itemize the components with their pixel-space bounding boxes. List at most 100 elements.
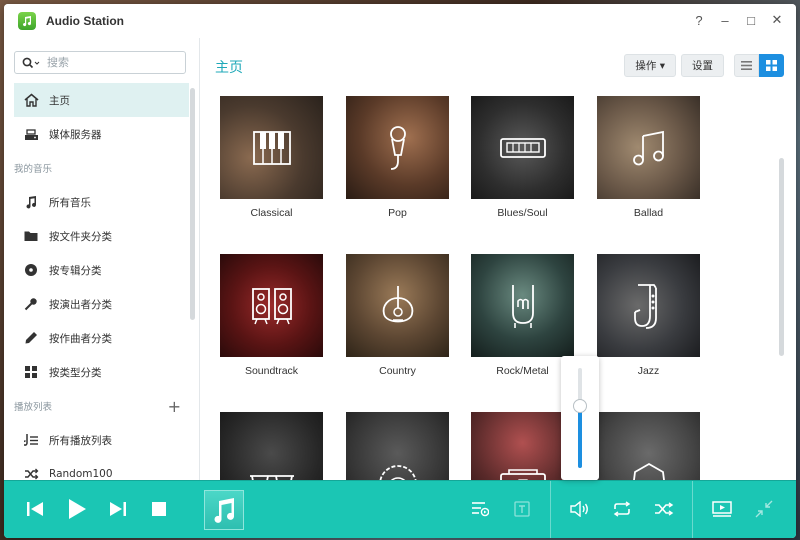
microphone-icon <box>389 125 406 170</box>
main-content: 主页 操作 ▾ 设置 Classical Pop Blues/Soul Ball… <box>200 38 796 480</box>
stop-button[interactable] <box>146 496 172 522</box>
my-music-section-header: 我的音乐 <box>14 151 189 185</box>
search-box[interactable] <box>14 51 186 74</box>
page-title: 主页 <box>215 60 243 76</box>
genre-tile-row3-2[interactable] <box>346 412 449 480</box>
genre-tile-ballad[interactable]: Ballad <box>597 96 700 219</box>
music-note-icon <box>22 193 40 211</box>
sidebar-item-all-music[interactable]: 所有音乐 <box>14 185 189 219</box>
keyboard-icon <box>499 137 546 158</box>
close-button[interactable]: ✕ <box>770 12 784 28</box>
next-button[interactable] <box>105 496 131 522</box>
sidebar-item-label: 按作曲者分类 <box>49 332 112 345</box>
help-button[interactable]: ? <box>692 12 706 28</box>
sidebar-item-by-composer[interactable]: 按作曲者分类 <box>14 321 189 355</box>
volume-button[interactable] <box>567 496 593 522</box>
genre-tile-country[interactable]: Country <box>346 254 449 377</box>
sidebar-item-label: 按类型分类 <box>49 366 102 379</box>
repeat-button[interactable] <box>609 496 635 522</box>
genre-thumbnail <box>471 412 574 480</box>
genre-tile-jazz[interactable]: Jazz <box>597 254 700 377</box>
genre-label: Blues/Soul <box>497 207 548 219</box>
play-icon <box>69 499 86 519</box>
genre-tile-pop[interactable]: Pop <box>346 96 449 219</box>
previous-icon <box>27 502 43 516</box>
shuffle-icon <box>655 502 674 516</box>
genre-tile-blues-soul[interactable]: Blues/Soul <box>471 96 574 219</box>
minimize-button[interactable]: – <box>718 12 732 28</box>
genre-label: Country <box>379 365 416 377</box>
sidebar-item-label: 所有音乐 <box>49 196 91 209</box>
search-icon[interactable] <box>15 57 47 69</box>
genre-thumbnail <box>346 254 449 357</box>
next-icon <box>110 502 126 516</box>
volume-slider[interactable] <box>573 368 587 468</box>
stop-icon <box>152 502 166 516</box>
genre-tile-soundtrack[interactable]: Soundtrack <box>220 254 323 377</box>
album-art[interactable] <box>204 490 244 530</box>
genre-tile-rock-metal[interactable]: Rock/Metal <box>471 254 574 377</box>
sidebar-item-label: 按专辑分类 <box>49 264 102 277</box>
genre-thumbnail <box>346 412 449 480</box>
genre-tile-row3-4[interactable] <box>597 412 700 480</box>
sidebar-item-by-album[interactable]: 按专辑分类 <box>14 253 189 287</box>
sidebar-item-label: 主页 <box>49 94 70 107</box>
list-view-button[interactable] <box>734 54 759 77</box>
actions-dropdown-button[interactable]: 操作 ▾ <box>624 54 676 77</box>
player-bar <box>4 480 796 538</box>
sidebar: 主页 媒体服务器 我的音乐 所有音乐 按文件夹 <box>4 38 200 480</box>
rock-hand-icon <box>511 284 534 328</box>
sidebar-item-by-artist[interactable]: 按演出者分类 <box>14 287 189 321</box>
mini-player-button[interactable] <box>709 496 735 522</box>
disc-icon <box>22 261 40 279</box>
shuffle-button[interactable] <box>651 496 677 522</box>
sidebar-scrollbar[interactable] <box>190 88 195 320</box>
genre-thumbnail <box>220 96 323 199</box>
genre-thumbnail <box>597 96 700 199</box>
genre-tile-row3-1[interactable] <box>220 412 323 480</box>
collapse-button[interactable] <box>751 496 777 522</box>
genre-tile-classical[interactable]: Classical <box>220 96 323 219</box>
sidebar-item-home[interactable]: 主页 <box>14 83 189 117</box>
genre-thumbnail <box>346 96 449 199</box>
volume-slider-fill <box>578 406 582 468</box>
search-input[interactable] <box>47 52 177 73</box>
genre-label: Jazz <box>637 365 660 377</box>
sidebar-item-label: 按演出者分类 <box>49 298 112 311</box>
queue-button[interactable] <box>467 496 493 522</box>
volume-slider-knob[interactable] <box>573 399 587 413</box>
player-divider <box>550 481 551 538</box>
playlist-icon <box>22 431 40 449</box>
sidebar-item-all-playlists[interactable]: 所有播放列表 <box>14 423 189 457</box>
genre-tile-row3-3[interactable] <box>471 412 574 480</box>
sidebar-item-media-server[interactable]: 媒体服务器 <box>14 117 189 151</box>
sidebar-item-by-folder[interactable]: 按文件夹分类 <box>14 219 189 253</box>
settings-button[interactable]: 设置 <box>681 54 724 77</box>
sidebar-item-by-genre[interactable]: 按类型分类 <box>14 355 189 389</box>
lyrics-icon <box>514 501 530 517</box>
maximize-button[interactable]: □ <box>744 12 758 28</box>
microphone-icon <box>22 295 40 313</box>
media-server-icon <box>22 125 40 143</box>
queue-icon <box>472 502 489 517</box>
genre-label: Pop <box>388 207 407 219</box>
grid-view-button[interactable] <box>759 54 784 77</box>
collapse-icon <box>755 500 773 518</box>
genre-label: Soundtrack <box>244 365 299 377</box>
playlist-section-header: 播放列表 + <box>14 389 189 423</box>
sunglasses-icon <box>249 474 294 480</box>
mini-player-icon <box>712 501 732 517</box>
add-playlist-button[interactable]: + <box>168 397 189 416</box>
play-button[interactable] <box>64 496 90 522</box>
title-bar: Audio Station ? – □ ✕ <box>4 4 796 38</box>
genre-label: Classical <box>250 207 293 219</box>
genre-thumbnail <box>471 96 574 199</box>
main-scrollbar[interactable] <box>779 158 784 356</box>
sidebar-nav: 主页 媒体服务器 我的音乐 所有音乐 按文件夹分类 按专辑分类 按演出者分类 按… <box>14 83 189 480</box>
app-title: Audio Station <box>46 14 124 28</box>
previous-button[interactable] <box>22 496 48 522</box>
volume-icon <box>570 501 588 517</box>
pen-icon <box>22 329 40 347</box>
sidebar-item-random100[interactable]: Random100 <box>14 457 189 480</box>
lyrics-button[interactable] <box>509 496 535 522</box>
